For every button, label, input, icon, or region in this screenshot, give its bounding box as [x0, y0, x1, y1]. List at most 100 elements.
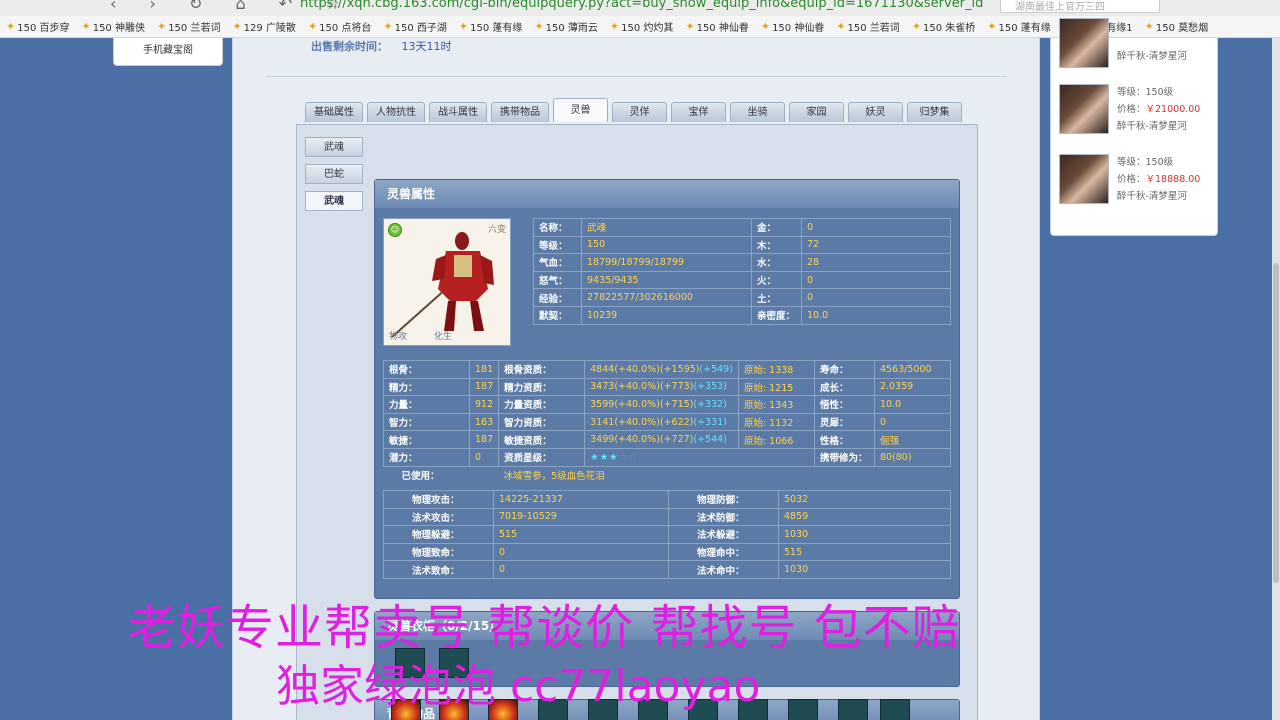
aptitude-bonus: (+353): [693, 381, 727, 393]
table-cell: 倔强: [873, 430, 952, 449]
tab-item[interactable]: 战斗属性: [429, 102, 487, 122]
divider: [267, 76, 1007, 77]
stars-empty: ☆☆: [618, 451, 638, 463]
pet-subtab[interactable]: 武魂: [305, 137, 363, 157]
bookmark-star-icon: ✦: [307, 20, 318, 33]
table-cell: 资质星级：: [498, 447, 586, 467]
tab-item[interactable]: 家园: [789, 102, 844, 122]
table-cell: 法术防御：: [668, 507, 779, 527]
listing-item[interactable]: 等级：150级 价格：￥18888.00 醉千秋-清梦星河: [1059, 154, 1214, 204]
table-row: 力量： 912 力量资质： 3599(+40.0%)(+715)(+332) 原始: 1…: [383, 395, 952, 414]
tab-item[interactable]: 妖灵: [848, 102, 903, 122]
bag-item-slot[interactable]: [880, 699, 910, 720]
bookmark-item[interactable]: ✦ 150 神仙眷: [685, 16, 748, 37]
bookmark-item[interactable]: ✦ 150 朱雀桥: [912, 16, 975, 37]
listing-seller: 醉千秋-清梦星河: [1117, 51, 1187, 62]
star-rating: ★★★☆☆: [590, 452, 638, 463]
pet-subtab[interactable]: 武魂: [305, 191, 363, 211]
table-cell: 4844(+40.0%)(+1595)(+549): [584, 360, 739, 379]
bookmark-item[interactable]: ✦ 150 百步穿: [6, 16, 69, 37]
bag-item-slot[interactable]: [838, 699, 868, 720]
url-text[interactable]: https://xqn.cbg.163.com/cgi-bin/equipque…: [300, 0, 983, 11]
table-cell: 原始: 1343: [737, 395, 815, 414]
browser-search-input[interactable]: 湖南最佳上官万三四: [1000, 0, 1160, 13]
bookmark-label: 150 兰若词: [168, 23, 221, 34]
tab-item[interactable]: 灵兽: [553, 98, 608, 122]
sale-remaining-time: 出售剩余时间： 13天11时: [311, 38, 452, 54]
bookmark-item[interactable]: ✦ 150 蓬有缘: [987, 16, 1050, 37]
bookmark-item[interactable]: ✦ 129 广陵散: [232, 16, 295, 37]
bookmark-star-icon: ✦: [534, 20, 544, 33]
avatar: [1059, 84, 1109, 134]
bookmark-item[interactable]: ✦ 150 神雕侠: [81, 16, 144, 37]
bookmark-item[interactable]: ✦ 150 神仙眷: [761, 16, 824, 37]
tab-item[interactable]: 灵佯: [612, 102, 667, 122]
table-row: 法术致命： 0 法术命中： 1030: [383, 560, 951, 579]
bookmark-label: 129 广陵散: [243, 23, 296, 34]
table-cell: 5032: [778, 490, 951, 509]
raw-value: 1215: [769, 382, 794, 394]
table-cell: 经验：: [533, 288, 582, 307]
mobile-cbg-popup[interactable]: 手机藏宝阁: [113, 38, 223, 66]
table-cell: 515: [493, 525, 669, 544]
bookmark-item[interactable]: ✦ 150 灼灼其: [610, 16, 673, 37]
tab-item[interactable]: 人物抗性: [367, 102, 425, 122]
table-cell: 等级：: [533, 235, 582, 255]
listing-seller: 醉千秋-清梦星河: [1117, 121, 1187, 132]
scrollbar-thumb[interactable]: [1273, 263, 1279, 583]
table-cell: 187: [468, 430, 500, 449]
bookmark-label: 150 兰若词: [847, 23, 900, 34]
table-row: 智力： 163 智力资质： 3141(+40.0%)(+622)(+331) 原始: 1…: [383, 412, 952, 432]
tab-item[interactable]: 归梦集: [907, 102, 962, 122]
table-cell: 精力资质：: [498, 377, 586, 397]
table-row: 物理攻击： 14225-21337 物理防御： 5032: [383, 490, 951, 509]
stars-filled: ★★★: [590, 451, 619, 463]
tab-item[interactable]: 携带物品: [491, 102, 549, 122]
bookmark-item[interactable]: ✦ 150 点将台: [308, 16, 371, 37]
table-cell: 4563/5000: [873, 360, 952, 379]
pet-subtab[interactable]: 巴蛇: [305, 164, 363, 184]
bag-item-slot[interactable]: [788, 699, 818, 720]
price-value: ￥18888.00: [1145, 174, 1201, 185]
table-cell: 力量：: [383, 395, 470, 414]
pet-attr-panel: 灵兽属性 ☺ 六变 物攻 化生 名称： 武魂 金： 0 等级： 150 木： 72 气血： 187: [374, 179, 960, 599]
table-cell: 10.0: [873, 395, 952, 414]
tab-item[interactable]: 坐骑: [730, 102, 785, 122]
table-row: 气血： 18799/18799/18799 水： 28: [533, 253, 951, 272]
page-scrollbar[interactable]: [1272, 38, 1280, 720]
table-cell: 水：: [751, 253, 802, 272]
table-row: 根骨： 181 根骨资质： 4844(+40.0%)(+1595)(+549) 原始: …: [383, 360, 952, 379]
bookmark-star-icon: ✦: [81, 20, 91, 33]
table-cell: 法术致命：: [383, 560, 494, 579]
table-cell: 携带修为：: [813, 447, 875, 467]
table-cell: 性格：: [813, 430, 875, 449]
table-cell: 物理躲避：: [383, 525, 494, 544]
bookmark-label: 150 百步穿: [17, 23, 70, 34]
aptitude-value: 3141(+40.0%)(+622): [590, 416, 694, 428]
bookmark-star-icon: ✦: [685, 20, 695, 33]
bookmark-label: 150 蓬有缘: [470, 23, 523, 34]
table-cell: 10.0: [801, 305, 951, 325]
tab-item[interactable]: 基础属性: [305, 102, 363, 122]
table-cell: 72: [801, 235, 951, 255]
raw-value: 1338: [769, 365, 794, 377]
table-cell: 名称：: [533, 218, 582, 237]
table-cell: 潜力：: [383, 447, 470, 467]
table-cell: 4859: [778, 507, 951, 527]
listing-item[interactable]: 醉千秋-清梦星河: [1059, 18, 1214, 68]
bookmark-item[interactable]: ✦ 150 兰若词: [836, 16, 899, 37]
bookmark-item[interactable]: ✦ 150 兰若词: [157, 16, 220, 37]
table-cell: 28: [801, 253, 951, 272]
table-cell: 火：: [751, 270, 802, 290]
sale-time-label: 出售剩余时间：: [311, 40, 388, 53]
tab-item[interactable]: 宝佯: [671, 102, 726, 122]
bookmark-item[interactable]: ✦ 150 薄雨云: [534, 16, 597, 37]
bookmark-star-icon: ✦: [232, 20, 242, 33]
bookmark-item[interactable]: ✦ 150 西子湖: [383, 16, 446, 37]
detail-tabs: 基础属性 人物抗性 战斗属性 携带物品 灵兽 灵佯 宝佯 坐骑 家园 妖灵 归梦集: [305, 98, 966, 122]
table-cell: 亲密度：: [751, 305, 802, 325]
listing-item[interactable]: 等级：150级 价格：￥21000.00 醉千秋-清梦星河: [1059, 84, 1214, 134]
bookmark-item[interactable]: ✦ 150 蓬有缘: [459, 16, 522, 37]
table-cell: 法术躲避：: [668, 525, 779, 544]
bookmark-label: 150 灼灼其: [621, 23, 674, 34]
